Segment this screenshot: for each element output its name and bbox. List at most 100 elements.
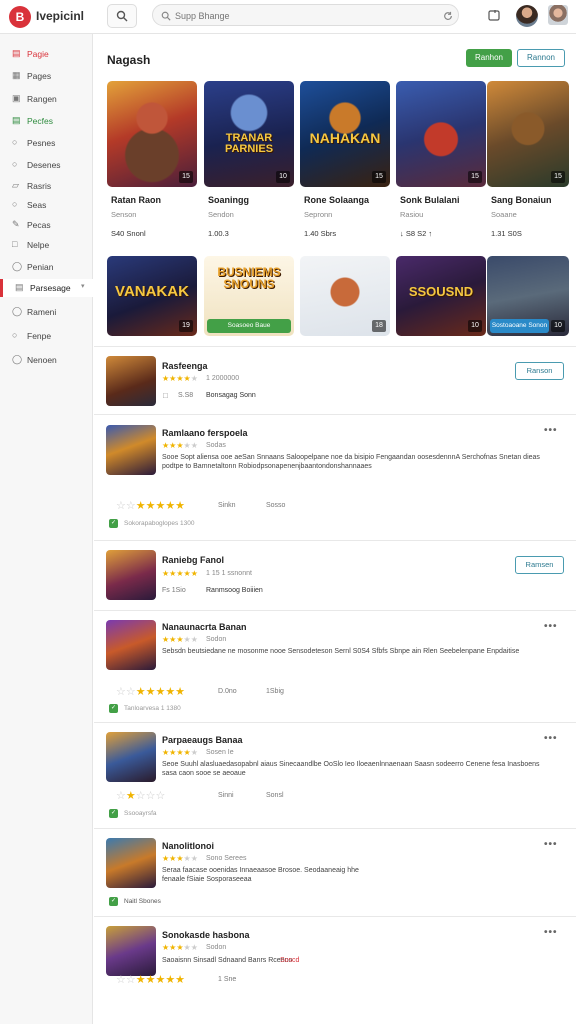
list-item[interactable]: Ramlaano ferspoela ★★★★★ Sodas Sooe Sopt… [94,414,576,540]
sidebar-item-pages[interactable]: ▦ Pages [0,67,93,85]
list-item-title: Parpaeaugs Banaa [162,735,243,745]
sidebar-item-pecfes[interactable]: ▤ Pecfes [0,112,93,130]
game-art-title: TRANAR PARNIES [224,132,274,155]
list-item[interactable]: Parpaeaugs Banaa ★★★★★ Sosen Ie Seoe Suu… [94,722,576,828]
card-price: 1.40 Sbrs [304,229,337,238]
rating-badge: 10 [468,320,482,332]
sidebar-item-penian[interactable]: ◯ Penian [0,258,93,276]
card-subtitle: Sepronn [304,210,333,219]
rating-meta: Sono Serees [206,855,247,862]
secondary-button[interactable]: Rannon [517,49,565,67]
rating-stars: ★★★★★ [162,943,198,952]
sidebar-item-rameni[interactable]: ◯ Rameni [0,303,93,321]
list-count: S.S8 [178,392,194,399]
game-tile[interactable]: Sostoaoane Sonon 10 [487,256,569,336]
more-options-button[interactable]: ••• [544,621,558,632]
user-avatar[interactable] [516,5,538,27]
search-input[interactable] [175,8,425,24]
card-subtitle: Rasiou [400,210,424,219]
game-art-title: BUSNIEMS SNOUNS [217,265,281,291]
list-description: Sebsdn beutsiedane ne mosonme nooe Senso… [162,648,520,655]
sidebar-item-pecas[interactable]: ✎ Pecas [0,216,93,234]
game-thumbnail[interactable]: 15 [487,81,569,187]
list-item-title: Nanolitlonoi [162,841,214,851]
list-item[interactable]: Nanaunacrta Banan ★★★★★ Sodon Sebsdn beu… [94,610,576,722]
info-icon: ◯ [12,354,23,364]
featured-card[interactable]: NAHAKAN 15 Rone Solaanga Sepronn 1.40 Sb… [300,81,390,247]
sidebar-item-pesnes[interactable]: ○ Pesnes [0,134,93,152]
user-icon: ○ [12,199,18,209]
shield-icon: ◯ [12,261,23,271]
list-note: Bonsagag Sonn [206,392,256,399]
chart-icon: ▤ [12,115,21,125]
sidebar-item-fenpe[interactable]: ○ Fenpe [0,327,93,345]
game-tile-pill[interactable]: Sostoaoane Sonon [490,319,549,333]
card-title: Ratan Raon [111,195,162,205]
game-icon [106,926,156,976]
rating-badge: 15 [468,171,482,183]
more-options-button[interactable]: ••• [544,733,558,744]
featured-card[interactable]: 15 Sonk Bulalani Rasiou ↓ S8 S2 ↑ [396,81,486,247]
sidebar-item-desenes[interactable]: ○ Desenes [0,156,93,174]
sidebar-item-pagie[interactable]: ▤ Pagie [0,45,93,63]
more-options-button[interactable]: ••• [544,839,558,850]
search-icon [116,10,128,22]
featured-card[interactable]: TRANAR PARNIES 10 Soaningg Sendon 1.00.3 [204,81,294,247]
list-action-button[interactable]: Ranson [515,362,564,380]
more-options-button[interactable]: ••• [544,927,558,938]
list-note: Ranmsoog Boiiien [206,587,263,594]
rating-stars-large[interactable]: ☆☆★★★★★ [116,499,185,512]
list-description: Sooe Sopt aliensa ooe aeSan Snnaans Salo… [162,454,540,470]
verified-text: Tanloarvesa 1 1380 [124,705,181,712]
rating-stars-large[interactable]: ☆★☆☆☆ [116,789,165,802]
rating-stars: ★★★★★ [162,569,198,578]
game-tile[interactable]: VANAKAK 19 [107,256,197,336]
featured-card[interactable]: 15 Ratan Raon Senson S40 Snonl [107,81,197,247]
game-art-title: SSOUSND [408,284,474,299]
description-link[interactable]: Soscd [280,957,299,964]
card-subtitle: Senson [111,210,137,219]
more-options-button[interactable]: ••• [544,425,558,436]
pen-icon: ✎ [12,219,20,229]
search-button[interactable] [107,4,137,28]
rating-stars: ★★★★★ [162,374,198,383]
chat-icon: ○ [12,137,18,147]
search-bar[interactable] [152,4,459,26]
rating-stars-large[interactable]: ☆☆★★★★★ [116,973,185,986]
game-thumbnail[interactable]: 15 [107,81,197,187]
game-tile[interactable]: BUSNIEMS SNOUNS Soasoeo Baue [204,256,294,336]
game-tile-pill[interactable]: Soasoeo Baue [207,319,291,333]
share-icon[interactable] [488,9,500,21]
game-thumbnail[interactable]: NAHAKAN 15 [300,81,390,187]
sidebar-item-seas[interactable]: ○ Seas [0,196,93,214]
game-tile[interactable]: SSOUSND 10 [396,256,486,336]
verified-icon: ✓ [109,519,118,528]
rating-stars-large[interactable]: ☆☆★★★★★ [116,685,185,698]
refresh-icon[interactable] [443,11,453,21]
card-title: Sonk Bulalani [400,195,460,205]
sidebar-item-parsesage[interactable]: ▤ Parsesage ▾ [0,279,93,297]
card-price: S40 Snonl [111,229,146,238]
card-subtitle: Sendon [208,210,234,219]
game-tile[interactable]: 18 [300,256,390,336]
sidebar-item-rangen[interactable]: ▣ Rangen [0,90,93,108]
sidebar-item-rasris[interactable]: ▱ Rasris [0,177,93,195]
primary-button[interactable]: Ranhon [466,49,512,67]
list-item[interactable]: Raniebg Fanol ★★★★★ 1 15 1 ssnonnt Fs 1S… [94,540,576,610]
chevron-down-icon: ▾ [81,283,85,290]
card-subtitle: Soaane [491,210,517,219]
list-action-button[interactable]: Ramsen [515,556,564,574]
list-item[interactable]: Sonokasde hasbona ★★★★★ Sodon Saoaisnn S… [94,916,576,1024]
list-item[interactable]: Nanolitlonoi ★★★★★ Sono Serees Seraa faa… [94,828,576,916]
app-logo[interactable]: B [9,6,31,28]
game-thumbnail[interactable]: TRANAR PARNIES 10 [204,81,294,187]
verified-text: Ssooayrsfa [124,810,157,817]
list-item-title: Sonokasde hasbona [162,930,250,940]
secondary-avatar[interactable] [548,5,568,25]
sidebar-item-nelpe[interactable]: □ Nelpe [0,236,93,254]
featured-card[interactable]: 15 Sang Bonaiun Soaane 1.31 S0S [487,81,569,247]
list-item[interactable]: Rasfeenga ★★★★★ 1 2000000 □ S.S8 Bonsaga… [94,346,576,414]
sidebar-item-nenoen[interactable]: ◯ Nenoen [0,351,93,369]
card-title: Sang Bonaiun [491,195,552,205]
game-thumbnail[interactable]: 15 [396,81,486,187]
